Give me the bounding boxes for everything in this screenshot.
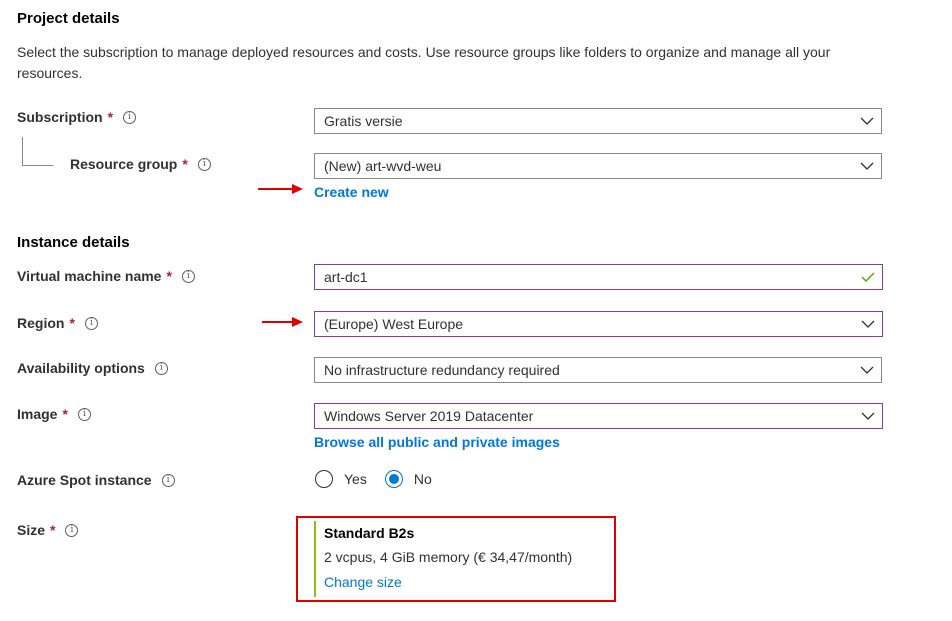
info-icon[interactable]: i	[197, 157, 211, 171]
image-label: Image * i	[17, 406, 91, 422]
availability-label: Availability options i	[17, 360, 168, 376]
tree-connector	[22, 137, 53, 166]
browse-images-link[interactable]: Browse all public and private images	[314, 434, 560, 450]
arrow-shaft	[262, 321, 292, 323]
chevron-down-icon	[853, 154, 881, 178]
change-size-link[interactable]: Change size	[324, 574, 402, 590]
region-value: (Europe) West Europe	[324, 316, 464, 332]
size-name: Standard B2s	[324, 525, 415, 541]
spot-no-label[interactable]: No	[414, 471, 432, 487]
radio-selected-dot	[388, 474, 399, 484]
create-new-link[interactable]: Create new	[314, 184, 389, 200]
size-label: Size * i	[17, 522, 79, 538]
subscription-label: Subscription * i	[17, 109, 137, 125]
vm-name-label-text: Virtual machine name	[17, 268, 162, 284]
subscription-value: Gratis versie	[324, 113, 403, 129]
image-value: Windows Server 2019 Datacenter	[324, 408, 534, 424]
project-details-heading: Project details	[17, 10, 120, 27]
arrow-head	[292, 184, 303, 194]
required-asterisk: *	[107, 109, 114, 125]
spot-radio-group: Yes No	[315, 470, 432, 488]
availability-value: No infrastructure redundancy required	[324, 362, 560, 378]
spot-yes-radio[interactable]	[315, 470, 333, 488]
resource-group-label: Resource group * i	[70, 156, 211, 172]
arrow-head	[292, 317, 303, 327]
project-details-description: Select the subscription to manage deploy…	[17, 44, 831, 81]
info-icon[interactable]: i	[77, 407, 91, 421]
required-asterisk: *	[182, 156, 188, 172]
chevron-down-icon	[854, 312, 882, 336]
size-label-text: Size	[17, 522, 46, 538]
info-icon[interactable]: i	[84, 316, 98, 330]
resource-group-value: (New) art-wvd-weu	[324, 158, 442, 174]
availability-dropdown[interactable]: No infrastructure redundancy required	[314, 357, 882, 383]
availability-label-text: Availability options	[17, 360, 145, 376]
region-dropdown[interactable]: (Europe) West Europe	[314, 311, 883, 337]
vm-name-value: art-dc1	[324, 269, 368, 285]
annotation-arrow	[262, 317, 303, 327]
vm-name-input[interactable]: art-dc1	[314, 264, 883, 290]
image-label-text: Image	[17, 406, 58, 422]
region-label-text: Region	[17, 315, 65, 331]
subscription-dropdown[interactable]: Gratis versie	[314, 108, 882, 134]
chevron-down-icon	[853, 358, 881, 382]
image-dropdown[interactable]: Windows Server 2019 Datacenter	[314, 403, 883, 429]
arrow-shaft	[258, 188, 292, 190]
instance-details-heading: Instance details	[17, 234, 130, 251]
spot-label: Azure Spot instance i	[17, 472, 175, 488]
chevron-down-icon	[854, 404, 882, 428]
vm-name-label: Virtual machine name * i	[17, 268, 195, 284]
subscription-label-text: Subscription	[17, 109, 103, 125]
annotation-arrow	[258, 184, 303, 194]
info-icon[interactable]: i	[161, 473, 175, 487]
required-asterisk: *	[166, 268, 172, 284]
info-icon[interactable]: i	[123, 110, 137, 124]
chevron-down-icon	[853, 109, 881, 133]
spot-yes-label[interactable]: Yes	[344, 471, 367, 487]
info-icon[interactable]: i	[181, 269, 195, 283]
resource-group-label-text: Resource group	[70, 156, 178, 172]
info-icon[interactable]: i	[65, 523, 79, 537]
required-asterisk: *	[62, 406, 68, 422]
region-label: Region * i	[17, 315, 98, 331]
required-asterisk: *	[69, 315, 75, 331]
info-icon[interactable]: i	[154, 361, 168, 375]
size-details: 2 vcpus, 4 GiB memory (€ 34,47/month)	[324, 549, 573, 565]
checkmark-icon	[854, 265, 882, 289]
required-asterisk: *	[50, 522, 56, 538]
spot-label-text: Azure Spot instance	[17, 472, 152, 488]
resource-group-dropdown[interactable]: (New) art-wvd-weu	[314, 153, 882, 179]
size-accent-bar	[314, 521, 316, 597]
spot-no-radio[interactable]	[384, 470, 403, 488]
